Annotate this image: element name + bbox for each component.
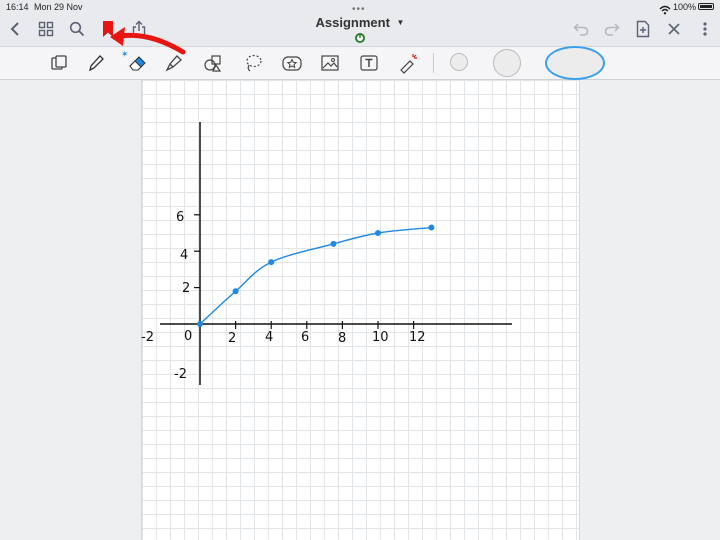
data-point <box>232 288 239 295</box>
x-tick-label: -2 <box>141 330 154 345</box>
data-point <box>375 230 381 236</box>
y-tick-label: -2 <box>174 367 187 382</box>
x-tick-label: 2 <box>228 331 236 346</box>
x-tick-label: 12 <box>409 330 426 345</box>
annotation-arrow-head <box>110 27 125 46</box>
data-point <box>428 224 435 231</box>
x-tick-label: 8 <box>338 331 346 346</box>
annotation-arrow <box>118 32 186 55</box>
x-tick-label: 10 <box>372 330 389 345</box>
x-tick-label: 0 <box>184 329 192 344</box>
hand-drawn-graph: -2 0 2 4 6 8 10 12 6 4 2 -2 <box>110 27 512 385</box>
data-point <box>330 240 337 247</box>
data-point <box>268 259 275 266</box>
data-point <box>197 321 203 327</box>
y-tick-label: 4 <box>180 248 188 263</box>
y-tick-label: 2 <box>182 281 190 296</box>
x-tick-label: 6 <box>301 330 309 345</box>
x-tick-label: 4 <box>265 330 273 345</box>
y-tick-label: 6 <box>176 210 184 225</box>
series-line <box>199 226 432 325</box>
